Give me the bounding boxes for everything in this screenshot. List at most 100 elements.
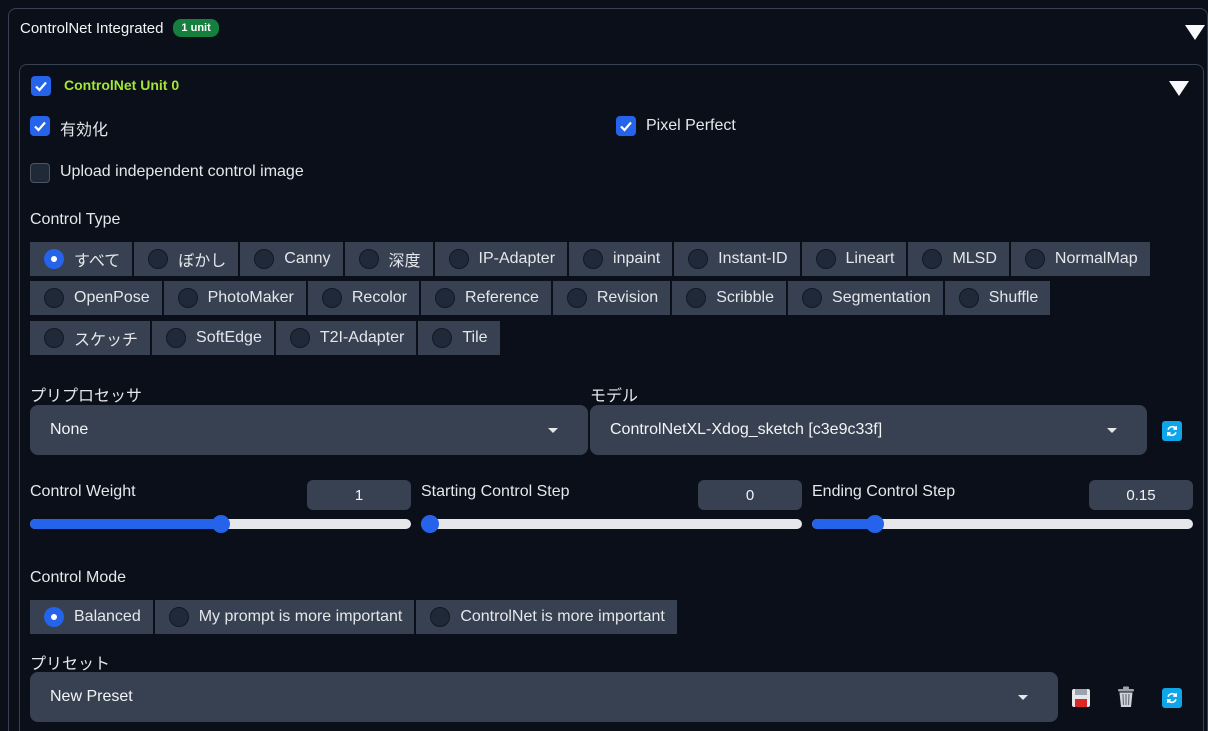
radio-option[interactable]: Lineart [801, 242, 907, 276]
radio-option[interactable]: MLSD [908, 242, 1009, 276]
radio-option[interactable]: NormalMap [1010, 242, 1150, 276]
chevron-down-icon [1107, 428, 1117, 433]
save-preset-button[interactable] [1070, 687, 1092, 709]
radio-dot[interactable] [289, 328, 310, 348]
radio-dot[interactable] [254, 249, 275, 269]
radio-option[interactable]: IP-Adapter [434, 242, 568, 276]
radio-option[interactable]: Recolor [307, 281, 420, 315]
control-weight-slider[interactable] [30, 515, 411, 533]
radio-label: Scribble [716, 289, 775, 306]
radio-option[interactable]: スケッチ [30, 321, 151, 355]
radio-option[interactable]: SoftEdge [152, 321, 274, 355]
radio-option[interactable]: My prompt is more important [154, 600, 415, 634]
starting-step-input[interactable]: 0 [698, 480, 802, 510]
radio-option[interactable]: Canny [240, 242, 343, 276]
refresh-models-button[interactable] [1161, 420, 1183, 442]
radio-label: Revision [596, 289, 659, 306]
radio-dot[interactable] [44, 328, 64, 348]
radio-option[interactable]: Balanced [30, 600, 153, 634]
control-mode-group: Balanced My prompt is more important Contr… [30, 600, 677, 634]
radio-dot[interactable] [448, 249, 469, 269]
radio-label: T2I-Adapter [319, 329, 405, 346]
refresh-icon [1162, 421, 1182, 441]
radio-option[interactable]: Segmentation [788, 281, 943, 315]
radio-label: PhotoMaker [207, 289, 294, 306]
model-label: モデル [590, 388, 639, 405]
upload-independent-checkbox[interactable] [30, 163, 50, 183]
unit-collapse-icon[interactable] [1169, 81, 1189, 96]
unit-title: ControlNet Unit 0 [64, 77, 180, 93]
radio-dot[interactable] [44, 607, 64, 627]
radio-option[interactable]: Instant-ID [674, 242, 800, 276]
radio-dot[interactable] [44, 249, 64, 269]
radio-label: SoftEdge [196, 329, 262, 346]
radio-option[interactable]: 深度 [344, 242, 433, 276]
radio-option[interactable]: Revision [552, 281, 671, 315]
ending-step-input[interactable]: 0.15 [1089, 480, 1193, 510]
pixel-perfect-checkbox[interactable] [616, 116, 636, 136]
radio-option[interactable]: Shuffle [944, 281, 1051, 315]
radio-dot[interactable] [688, 249, 709, 269]
radio-dot[interactable] [815, 249, 836, 269]
slider-thumb[interactable] [421, 515, 439, 533]
radio-dot[interactable] [430, 607, 451, 627]
radio-label: Segmentation [832, 289, 931, 306]
radio-dot[interactable] [922, 249, 943, 269]
radio-dot[interactable] [166, 328, 187, 348]
radio-label: Tile [462, 329, 488, 346]
preset-label: プリセット [30, 656, 111, 673]
radio-dot[interactable] [435, 288, 456, 308]
radio-label: Recolor [351, 289, 408, 306]
starting-step-slider[interactable] [421, 515, 802, 533]
radio-option[interactable]: Scribble [672, 281, 787, 315]
radio-option[interactable]: すべて [30, 242, 133, 276]
slider-thumb[interactable] [211, 515, 230, 533]
preset-dropdown[interactable]: New Preset [30, 672, 1058, 722]
radio-option[interactable]: ぼかし [134, 242, 239, 276]
radio-dot[interactable] [432, 328, 453, 348]
preprocessor-label: プリプロセッサ [30, 388, 143, 405]
radio-label: My prompt is more important [198, 608, 403, 625]
unit-enable-checkbox[interactable] [31, 76, 51, 96]
radio-dot[interactable] [177, 288, 198, 308]
radio-option[interactable]: Reference [421, 281, 551, 315]
radio-dot[interactable] [44, 288, 64, 308]
radio-dot[interactable] [358, 249, 379, 269]
refresh-presets-button[interactable] [1161, 687, 1183, 709]
radio-label: Instant-ID [718, 250, 788, 267]
control-type-row-3: スケッチ SoftEdge T2I-Adapter Tile [30, 321, 500, 355]
radio-dot[interactable] [958, 288, 979, 308]
radio-option[interactable]: ControlNet is more important [416, 600, 677, 634]
collapse-icon[interactable] [1185, 25, 1205, 40]
radio-dot[interactable] [148, 249, 169, 269]
radio-dot[interactable] [802, 288, 823, 308]
radio-option[interactable]: OpenPose [30, 281, 162, 315]
radio-label: NormalMap [1054, 250, 1138, 267]
control-weight-input[interactable]: 1 [307, 480, 411, 510]
model-value: ControlNetXL-Xdog_sketch [c3e9c33f] [610, 421, 883, 438]
delete-preset-button[interactable] [1115, 686, 1137, 708]
control-type-row-1: すべて ぼかし Canny 深度 IP-Adapter inpaint Instant-ID… [30, 242, 1150, 276]
radio-dot[interactable] [321, 288, 342, 308]
enable-checkbox[interactable] [30, 116, 50, 136]
radio-label: ControlNet is more important [460, 608, 665, 625]
accordion-header[interactable]: ControlNet Integrated 1 unit [20, 19, 219, 37]
radio-dot[interactable] [566, 288, 587, 308]
radio-dot[interactable] [1024, 249, 1045, 269]
model-dropdown[interactable]: ControlNetXL-Xdog_sketch [c3e9c33f] [590, 405, 1147, 455]
refresh-icon [1162, 688, 1182, 708]
radio-option[interactable]: inpaint [569, 242, 673, 276]
radio-option[interactable]: Tile [418, 321, 500, 355]
radio-dot[interactable] [583, 249, 604, 269]
preprocessor-dropdown[interactable]: None [30, 405, 588, 455]
pixel-perfect-label: Pixel Perfect [646, 117, 736, 134]
ending-step-slider[interactable] [812, 515, 1193, 533]
radio-option[interactable]: T2I-Adapter [275, 321, 417, 355]
radio-option[interactable]: PhotoMaker [163, 281, 306, 315]
radio-label: Lineart [845, 250, 895, 267]
check-icon [34, 121, 46, 132]
radio-dot[interactable] [168, 607, 189, 627]
radio-dot[interactable] [686, 288, 707, 308]
trash-icon [1118, 686, 1134, 707]
chevron-down-icon [1018, 695, 1028, 700]
